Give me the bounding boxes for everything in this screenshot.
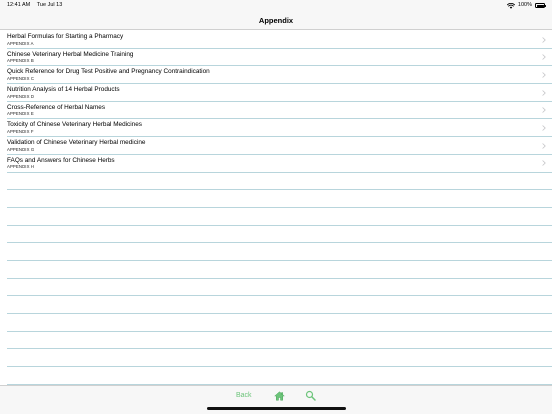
- list-item[interactable]: Chinese Veterinary Herbal Medicine Train…: [7, 49, 552, 67]
- chevron-right-icon: [542, 160, 546, 167]
- list-item-subtitle: APPENDIX G: [7, 146, 35, 152]
- list-item[interactable]: Herbal Formulas for Starting a Pharmacy …: [7, 31, 552, 49]
- list-item[interactable]: Validation of Chinese Veterinary Herbal …: [7, 137, 552, 155]
- list-item[interactable]: Toxicity of Chinese Veterinary Herbal Me…: [7, 119, 552, 138]
- list-item-subtitle: APPENDIX C: [7, 75, 35, 81]
- empty-row: [7, 173, 552, 191]
- chevron-right-icon: [542, 125, 546, 131]
- list-item-title: FAQs and Answers for Chinese Herbs: [7, 156, 115, 164]
- empty-row: [7, 314, 552, 332]
- list-item-subtitle: APPENDIX D: [7, 93, 35, 99]
- search-icon[interactable]: [305, 390, 316, 401]
- chevron-right-icon: [542, 107, 546, 114]
- navigation-bar: Appendix: [0, 11, 552, 30]
- battery-percent: 100%: [517, 2, 532, 8]
- list-item-subtitle: APPENDIX B: [7, 58, 34, 64]
- list-item-title: Quick Reference for Drug Test Positive a…: [7, 68, 210, 76]
- list-item-title: Herbal Formulas for Starting a Pharmacy: [7, 33, 124, 40]
- chevron-right-icon: [542, 54, 546, 60]
- list-item[interactable]: Quick Reference for Drug Test Positive a…: [7, 66, 552, 85]
- empty-row: [7, 190, 552, 208]
- empty-row: [7, 243, 552, 261]
- page-title: Appendix: [258, 16, 294, 25]
- status-right: 100%: [506, 0, 546, 11]
- empty-row: [7, 226, 552, 244]
- list-item-title: Toxicity of Chinese Veterinary Herbal Me…: [7, 121, 142, 129]
- list-item[interactable]: FAQs and Answers for Chinese Herbs APPEN…: [7, 155, 552, 173]
- appendix-list: Herbal Formulas for Starting a Pharmacy …: [7, 31, 552, 385]
- list-item-title: Validation of Chinese Veterinary Herbal …: [7, 139, 146, 147]
- empty-row: [7, 261, 552, 279]
- empty-row: [7, 296, 552, 314]
- empty-row: [7, 208, 552, 226]
- empty-row: [7, 279, 552, 297]
- chevron-right-icon: [542, 72, 546, 78]
- list-item[interactable]: Nutrition Analysis of 14 Herbal Products…: [7, 84, 552, 102]
- list-item-subtitle: APPENDIX H: [7, 164, 35, 170]
- chevron-right-icon: [542, 89, 546, 96]
- battery-icon: [535, 3, 546, 8]
- chevron-right-icon: [542, 142, 546, 149]
- list-item-subtitle: APPENDIX F: [7, 128, 34, 134]
- list-item-title: Chinese Veterinary Herbal Medicine Train…: [7, 50, 134, 58]
- status-date: Tue Jul 13: [36, 2, 63, 8]
- status-bar: 12:41 AM Tue Jul 13 100%: [0, 0, 552, 11]
- wifi-icon: [506, 2, 515, 9]
- empty-row: [7, 349, 552, 368]
- chevron-right-icon: [542, 36, 546, 43]
- list-item-title: Cross-Reference of Herbal Names: [7, 103, 106, 111]
- home-indicator[interactable]: [207, 407, 346, 410]
- list-item-subtitle: APPENDIX E: [7, 111, 34, 117]
- list-item-title: Nutrition Analysis of 14 Herbal Products: [7, 86, 120, 94]
- back-button[interactable]: Back: [236, 392, 252, 399]
- empty-row: [7, 367, 552, 385]
- empty-row: [7, 332, 552, 350]
- status-time: 12:41 AM: [7, 2, 31, 8]
- list-item-subtitle: APPENDIX A: [7, 40, 34, 46]
- list-item[interactable]: Cross-Reference of Herbal Names APPENDIX…: [7, 102, 552, 120]
- screen: 12:41 AM Tue Jul 13 100% Appendix Herbal…: [0, 0, 552, 414]
- home-icon[interactable]: [274, 391, 285, 401]
- status-left: 12:41 AM Tue Jul 13: [7, 0, 62, 11]
